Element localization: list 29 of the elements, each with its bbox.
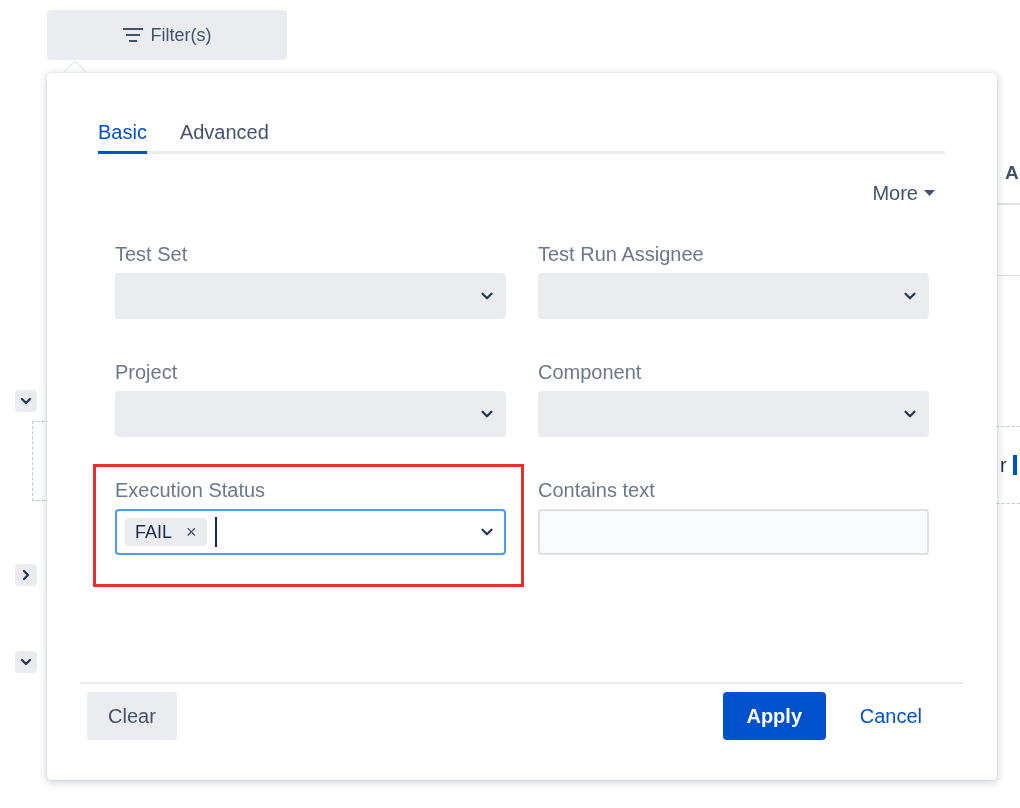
cancel-link[interactable]: Cancel: [843, 692, 938, 740]
text-input-field[interactable]: [538, 509, 929, 555]
text-cursor: [214, 517, 217, 547]
filter-button[interactable]: Filter(s): [47, 10, 287, 60]
field-label: Component: [538, 361, 643, 385]
tab[interactable]: Basic: [98, 121, 147, 154]
row-toggle-button[interactable]: [15, 564, 37, 586]
footer-button[interactable]: Clear: [87, 692, 177, 740]
select-field[interactable]: [115, 273, 506, 319]
footer-button[interactable]: Apply: [722, 692, 826, 740]
multi-select-field[interactable]: FAIL ×: [115, 509, 506, 555]
tab[interactable]: Advanced: [179, 121, 269, 154]
field-label: Execution Status: [115, 479, 267, 503]
link-fragment[interactable]: [1012, 455, 1017, 475]
caret-icon: [924, 190, 935, 197]
select-field[interactable]: [538, 273, 929, 319]
tag-remove-button[interactable]: ×: [186, 521, 197, 543]
select-field[interactable]: [538, 391, 929, 437]
field-label: Test Run Assignee: [538, 243, 705, 267]
select-field[interactable]: [115, 391, 506, 437]
row-toggle-button[interactable]: [15, 651, 37, 673]
filter-icon: [122, 27, 143, 43]
field-label: Project: [115, 361, 179, 385]
field-label: Test Set: [115, 243, 189, 267]
tag-label: FAIL: [135, 521, 173, 543]
row-text: r: [1000, 453, 1007, 477]
row-toggle-button[interactable]: [15, 390, 37, 412]
field-label: Contains text: [538, 479, 656, 503]
more-dropdown[interactable]: More: [872, 182, 935, 205]
